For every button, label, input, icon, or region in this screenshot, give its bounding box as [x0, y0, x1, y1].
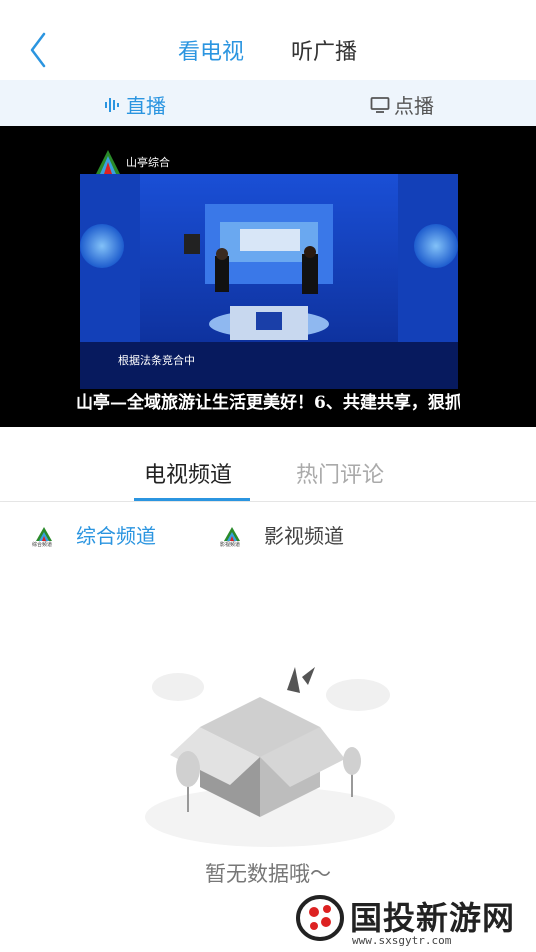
site-watermark: 国投新游网 www.sxsgytr.com: [290, 888, 516, 947]
channel-item-film[interactable]: 影视频道 影视频道: [220, 520, 344, 549]
mode-bar: 直播 点播: [0, 80, 536, 126]
tab-hot-comments[interactable]: 热门评论: [296, 457, 384, 489]
monitor-icon: [370, 96, 390, 113]
channel-logo-icon: 影视频道: [220, 524, 244, 548]
tab-tv-channels[interactable]: 电视频道: [144, 457, 232, 489]
active-tab-indicator: [134, 498, 250, 501]
channel-logo-icon: 综合频道: [32, 524, 56, 548]
channel-logo: 山亭综合: [94, 148, 170, 176]
tv-station-logo-icon: [96, 150, 120, 174]
audio-wave-icon: [105, 97, 119, 112]
channel-logo-text: 山亭综合: [126, 156, 170, 169]
live-button[interactable]: 直播: [104, 90, 166, 119]
video-player[interactable]: 山亭综合 根据法条竞合中 山亭—全域旅游让生活更美好！6、共建共享，狠抓落实，全: [0, 126, 536, 427]
channel-list: 综合频道 综合频道 影视频道 影视频道: [0, 502, 536, 562]
tab-listen-radio[interactable]: 听广播: [291, 34, 357, 66]
empty-box-icon: [145, 667, 395, 847]
tab-watch-tv[interactable]: 看电视: [178, 34, 244, 66]
vod-label: 点播: [394, 94, 434, 118]
top-bar: 看电视 听广播: [0, 0, 536, 80]
watermark-title: 国投新游网: [350, 899, 516, 937]
top-tabs: 看电视 听广播: [0, 34, 536, 74]
channel-item-general[interactable]: 综合频道 综合频道: [32, 520, 156, 549]
channel-label: 综合频道: [76, 524, 156, 548]
video-caption: 根据法条竞合中: [118, 354, 195, 367]
vod-button[interactable]: 点播: [370, 90, 434, 119]
news-ticker: 山亭—全域旅游让生活更美好！6、共建共享，狠抓落实，全: [76, 393, 460, 413]
channel-label: 影视频道: [264, 524, 344, 548]
watermark-logo-icon: [296, 895, 344, 941]
live-label: 直播: [126, 94, 166, 118]
empty-message: 暂无数据哦～: [205, 862, 331, 886]
content-tabs: 电视频道 热门评论: [0, 427, 536, 502]
watermark-url: www.sxsgytr.com: [352, 934, 452, 947]
